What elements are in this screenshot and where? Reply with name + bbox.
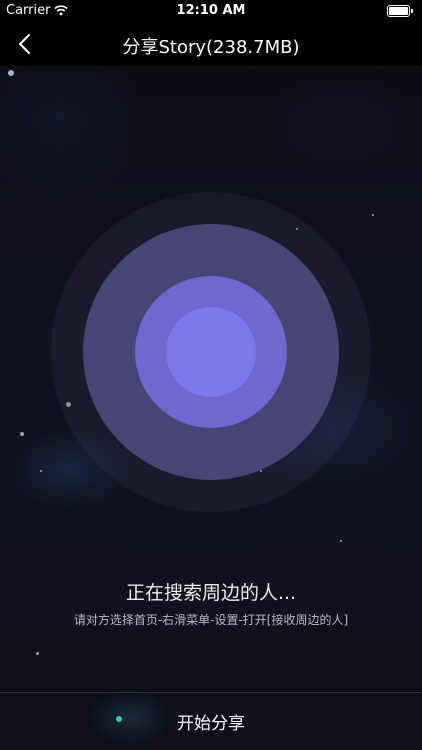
star [340, 540, 342, 542]
star [40, 470, 42, 472]
start-share-button[interactable]: 开始分享 [0, 693, 422, 750]
navigation-bar: 分享Story(238.7MB) [0, 22, 422, 66]
start-share-label: 开始分享 [177, 714, 245, 734]
receive-hint-text: 请对方选择首页-右滑菜单-设置-打开[接收周边的人] [73, 613, 349, 627]
status-bar: Carrier 12:10 AM [0, 0, 422, 22]
page-title: 分享Story(238.7MB) [122, 37, 300, 58]
star [36, 652, 39, 655]
star [8, 70, 14, 76]
star [20, 432, 24, 436]
battery-icon [387, 5, 413, 17]
searching-status-text: 正在搜索周边的人... [125, 582, 297, 604]
radar-core [166, 307, 256, 397]
star [372, 214, 374, 216]
status-time: 12:10 AM [176, 3, 246, 18]
